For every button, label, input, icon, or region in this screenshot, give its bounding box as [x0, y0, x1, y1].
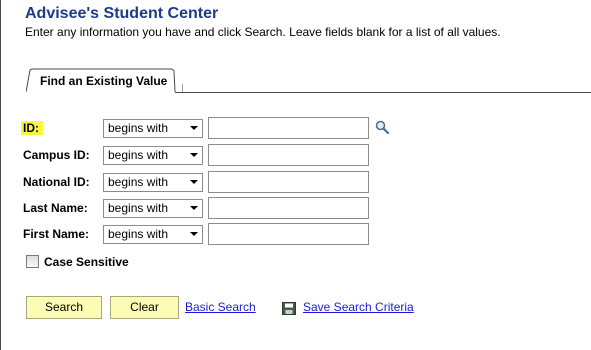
- id-label-text: ID:: [21, 121, 43, 135]
- page-instructions: Enter any information you have and click…: [25, 25, 501, 39]
- field-row-last-name: Last Name: begins with: [23, 197, 423, 219]
- id-label: ID:: [21, 121, 43, 135]
- id-input[interactable]: [208, 117, 369, 139]
- national-id-label: National ID:: [23, 175, 90, 189]
- chevron-down-icon: [186, 147, 202, 164]
- tab-find-existing-value[interactable]: Find an Existing Value: [26, 68, 176, 93]
- national-id-operator-select[interactable]: begins with: [103, 173, 203, 192]
- first-name-input[interactable]: [208, 223, 369, 245]
- national-id-input[interactable]: [208, 171, 369, 193]
- last-name-operator-value: begins with: [108, 201, 169, 215]
- last-name-label: Last Name:: [23, 201, 88, 215]
- campus-id-operator-select[interactable]: begins with: [103, 146, 203, 165]
- chevron-down-icon: [186, 120, 202, 137]
- campus-id-input[interactable]: [208, 144, 369, 166]
- chevron-down-icon: [186, 200, 202, 217]
- field-row-national-id: National ID: begins with: [23, 171, 423, 193]
- case-sensitive-checkbox[interactable]: [26, 255, 39, 268]
- national-id-operator-value: begins with: [108, 175, 169, 189]
- last-name-input[interactable]: [208, 197, 369, 219]
- case-sensitive-label: Case Sensitive: [44, 255, 129, 269]
- field-row-campus-id: Campus ID: begins with: [23, 144, 423, 166]
- left-border: [0, 0, 1, 350]
- page-title: Advisee's Student Center: [25, 5, 219, 22]
- campus-id-label: Campus ID:: [23, 148, 90, 162]
- chevron-down-icon: [186, 174, 202, 191]
- magnifier-icon[interactable]: [375, 120, 390, 139]
- floppy-disk-icon[interactable]: [282, 302, 296, 320]
- last-name-operator-select[interactable]: begins with: [103, 199, 203, 218]
- field-row-first-name: First Name: begins with: [23, 223, 423, 245]
- field-row-id: ID: begins with: [21, 117, 423, 139]
- first-name-operator-value: begins with: [108, 227, 169, 241]
- id-operator-select[interactable]: begins with: [103, 119, 203, 138]
- search-page: Advisee's Student Center Enter any infor…: [0, 0, 591, 350]
- tab-underline: [175, 92, 591, 93]
- chevron-down-icon: [186, 226, 202, 243]
- first-name-operator-select[interactable]: begins with: [103, 225, 203, 244]
- basic-search-link[interactable]: Basic Search: [185, 300, 256, 314]
- search-button[interactable]: Search: [26, 296, 102, 319]
- campus-id-operator-value: begins with: [108, 148, 169, 162]
- tab-underline-bend: [182, 84, 183, 92]
- save-search-criteria-link[interactable]: Save Search Criteria: [303, 300, 414, 314]
- first-name-label: First Name:: [23, 227, 90, 241]
- id-operator-value: begins with: [108, 121, 169, 135]
- tab-label: Find an Existing Value: [40, 74, 168, 88]
- clear-button[interactable]: Clear: [110, 296, 179, 319]
